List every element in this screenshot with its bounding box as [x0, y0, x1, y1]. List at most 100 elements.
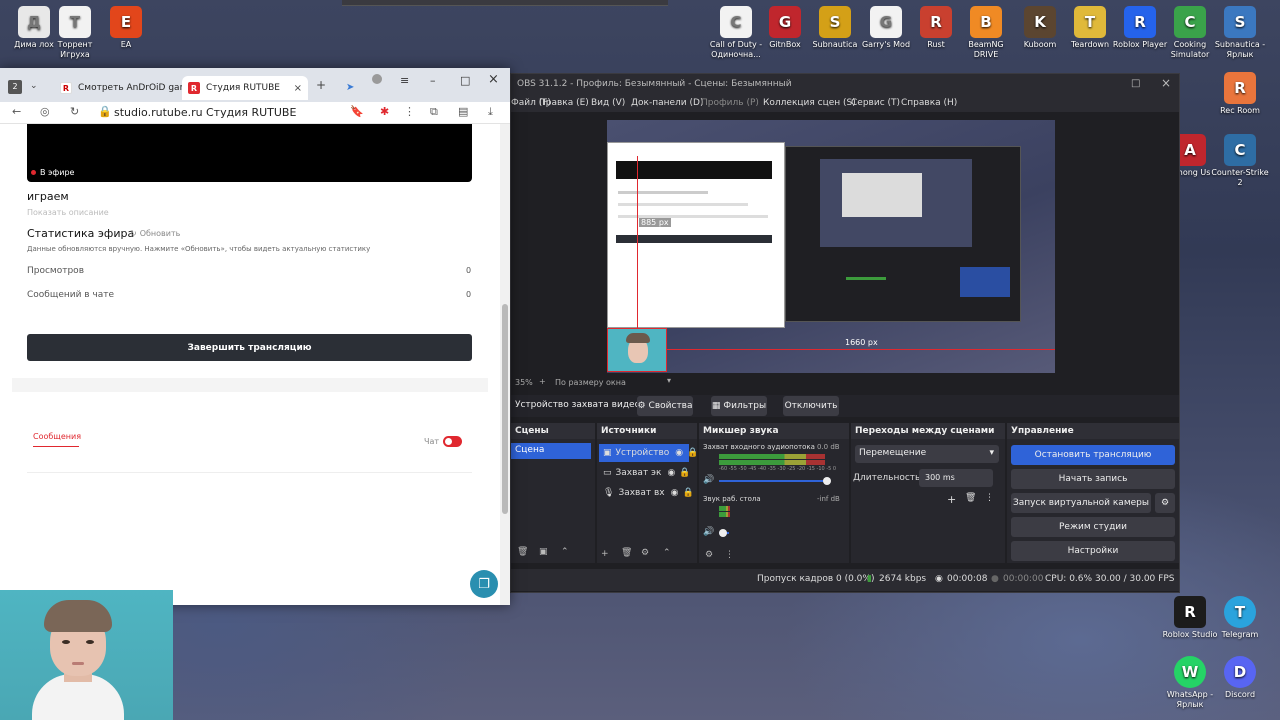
settings-button[interactable]: Настройки	[1011, 541, 1175, 561]
nested-controls	[960, 267, 1010, 297]
menu-docks[interactable]: Док-панели (D)	[631, 98, 703, 108]
menu-help[interactable]: Справка (H)	[901, 98, 957, 108]
disconnect-button[interactable]: Отключить	[783, 396, 839, 416]
tab-rutube-studio[interactable]: R Студия RUTUBE ×	[182, 76, 308, 100]
back-icon[interactable]: ←	[12, 105, 21, 118]
duration-input[interactable]: 300 ms	[919, 469, 993, 487]
tab-messages[interactable]: Сообщения	[33, 432, 81, 441]
menu-icon[interactable]: ≡	[400, 74, 409, 87]
menu-dots-icon[interactable]: ⋮	[725, 550, 734, 560]
desktop-icon[interactable]: S Subnautica - Ярлык	[1210, 6, 1270, 60]
menu-tools[interactable]: Сервис (T)	[851, 98, 900, 108]
shield-icon[interactable]: ◎	[40, 105, 50, 118]
volume-slider[interactable]	[719, 480, 827, 482]
close-icon[interactable]: ×	[1161, 76, 1171, 90]
add-icon[interactable]: +	[601, 549, 609, 559]
chevron-down-icon[interactable]: ⌄	[30, 81, 38, 91]
close-tab-icon[interactable]: ×	[294, 83, 302, 94]
zoom-plus-icon[interactable]: +	[539, 377, 546, 386]
eye-icon[interactable]: ◉	[675, 448, 683, 458]
menu-view[interactable]: Вид (V)	[591, 98, 625, 108]
chevron-up-icon[interactable]: ⌃	[663, 548, 671, 558]
extension-icon[interactable]: ✱	[380, 105, 389, 118]
menu-scene-collection[interactable]: Коллекция сцен (S)	[763, 98, 856, 108]
minimize-icon[interactable]: –	[430, 74, 436, 87]
end-stream-button[interactable]: Завершить трансляцию	[27, 334, 472, 361]
gear-icon[interactable]: ⚙	[641, 548, 649, 558]
trash-icon[interactable]: 🗑	[517, 547, 528, 557]
source-item-camera[interactable]: ▣ Устройство ◉ 🔒	[599, 444, 698, 462]
reload-icon[interactable]: ↻	[70, 105, 79, 118]
download-icon[interactable]: ⤓	[488, 105, 493, 119]
maximize-icon[interactable]: □	[1131, 78, 1140, 89]
trash-icon[interactable]: 🗑	[965, 493, 976, 503]
speaker-icon[interactable]: 🔊	[703, 527, 714, 537]
desktop-icon[interactable]: B BeamNG DRIVE	[956, 6, 1016, 60]
menu-dots-icon[interactable]: ⋮	[985, 493, 994, 503]
eye-icon[interactable]: ◉	[667, 468, 675, 478]
menu-edit[interactable]: Правка (E)	[539, 98, 589, 108]
refresh-stats-button[interactable]: ↻ Обновить	[130, 229, 180, 238]
chat-toggle[interactable]	[443, 436, 462, 447]
desktop-icon[interactable]: T Telegram	[1210, 596, 1270, 640]
new-tab-icon[interactable]: +	[316, 78, 326, 92]
hair	[626, 333, 650, 343]
eye-icon[interactable]: ◉	[671, 488, 679, 498]
start-recording-button[interactable]: Начать запись	[1011, 469, 1175, 489]
properties-button[interactable]: ⚙ Свойства	[637, 396, 693, 416]
tab-count[interactable]: 2	[8, 80, 22, 94]
studio-mode-button[interactable]: Режим студии	[1011, 517, 1175, 537]
trash-icon[interactable]: 🗑	[621, 548, 632, 558]
show-description-link[interactable]: Показать описание	[27, 208, 109, 217]
lock-icon[interactable]: 🔒	[682, 488, 693, 498]
source-item-audio[interactable]: 🎙 Захват вх ◉ 🔒	[599, 484, 694, 502]
sources-title: Источники	[597, 423, 697, 439]
menu-profile[interactable]: Профиль (P)	[701, 98, 759, 108]
desktop-icon[interactable]: E EA	[96, 6, 156, 50]
views-label: Просмотров	[27, 266, 84, 276]
volume-slider-handle[interactable]	[719, 529, 727, 537]
menu-dots-icon[interactable]: ⋮	[404, 105, 415, 118]
lock-icon[interactable]: 🔒	[679, 468, 690, 478]
source-item-screen[interactable]: ▭ Захват эк ◉ 🔒	[599, 464, 691, 482]
stats-note: Данные обновляются вручную. Нажмите «Обн…	[27, 245, 371, 253]
whatsapp-icon: W	[1174, 656, 1206, 688]
fit-window[interactable]: По размеру окна	[555, 378, 626, 387]
profile-icon[interactable]	[372, 74, 382, 84]
filters-button[interactable]: ▦ Фильтры	[711, 396, 767, 416]
chevron-up-icon[interactable]: ⌃	[561, 547, 569, 557]
virtual-camera-settings-icon[interactable]: ⚙	[1155, 493, 1175, 513]
virtual-camera-button[interactable]: Запуск виртуальной камеры	[1011, 493, 1151, 513]
desktop-icon[interactable]: R Rec Room	[1210, 72, 1270, 116]
close-window-icon[interactable]: ×	[488, 72, 499, 87]
speaker-icon[interactable]: 🔊	[703, 475, 714, 485]
chat-support-icon[interactable]: ❐	[470, 570, 498, 598]
volume-slider-handle[interactable]	[823, 477, 831, 485]
filter-icon[interactable]: ▣	[539, 547, 548, 557]
bookmark-icon[interactable]: 🔖	[350, 105, 364, 118]
screenshot-icon[interactable]: ⧉	[430, 105, 438, 119]
stop-stream-button[interactable]: Остановить трансляцию	[1011, 445, 1175, 465]
gear-icon[interactable]: ⚙	[705, 550, 713, 560]
obs-preview[interactable]: 885 px 1660 px	[607, 120, 1055, 373]
obs-menubar: Файл (F) Правка (E) Вид (V) Док-панели (…	[511, 94, 1179, 112]
nested-button	[616, 235, 772, 243]
maximize-icon[interactable]: □	[460, 74, 470, 87]
add-icon[interactable]: +	[947, 493, 956, 506]
stream-player[interactable]: В эфире	[27, 124, 472, 182]
desktop-icon[interactable]: C Counter-Strike 2	[1210, 134, 1270, 188]
transitions-title: Переходы между сценами	[851, 423, 1005, 439]
scrollbar-thumb[interactable]	[502, 304, 508, 514]
desktop-icon[interactable]: D Discord	[1210, 656, 1270, 700]
transition-select[interactable]: Перемещение ▾	[855, 445, 999, 463]
scene-item[interactable]: Сцена	[511, 443, 591, 459]
selected-source-webcam[interactable]	[607, 328, 667, 372]
lock-icon[interactable]: 🔒	[687, 448, 698, 458]
zoom-level[interactable]: 35%	[515, 378, 533, 387]
youtube-icon: R	[60, 82, 72, 94]
tab-andoid[interactable]: R Смотреть AnDrOiD gam	[54, 76, 194, 100]
chevron-down-icon[interactable]: ▾	[667, 376, 671, 385]
url-text[interactable]: studio.rutube.ru	[114, 106, 203, 119]
collections-icon[interactable]: ▤	[458, 105, 468, 118]
page-scrollbar[interactable]	[500, 124, 510, 605]
